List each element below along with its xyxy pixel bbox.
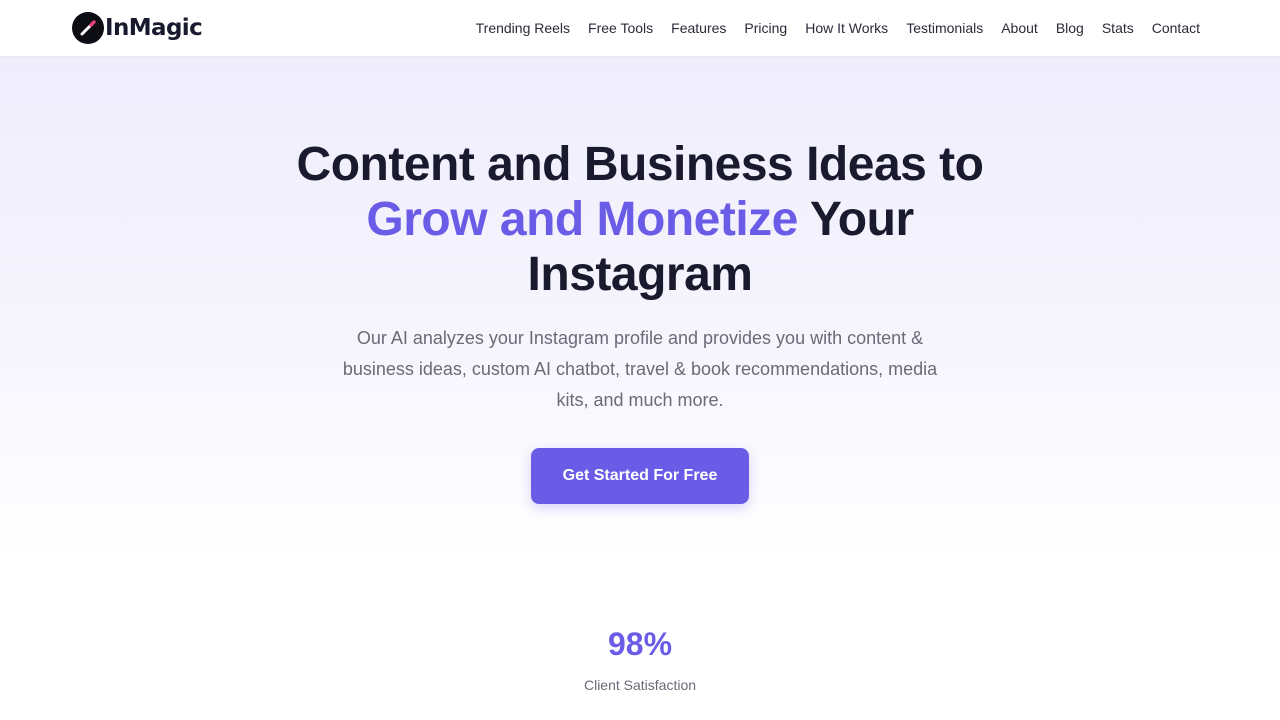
stat-value-client-satisfaction: 98% [607,626,673,662]
nav-link-about[interactable]: About [1001,20,1038,36]
nav-link-trending-reels[interactable]: Trending Reels [476,20,570,36]
hero-title-accent: Grow and Monetize [366,193,798,246]
nav-link-how-it-works[interactable]: How It Works [805,20,888,36]
nav-link-features[interactable]: Features [671,20,726,36]
magic-wand-icon [72,12,104,44]
nav-link-blog[interactable]: Blog [1056,20,1084,36]
brand-logo-link[interactable]: InMagic [72,12,203,44]
nav-link-testimonials[interactable]: Testimonials [906,20,983,36]
hero-title-line2-rest: Your [797,193,914,246]
nav-link-free-tools[interactable]: Free Tools [588,20,653,36]
nav-link-contact[interactable]: Contact [1152,20,1200,36]
nav-link-stats[interactable]: Stats [1102,20,1134,36]
hero-title: Content and Business Ideas to Grow and M… [0,137,1280,302]
hero-title-line1: Content and Business Ideas to [296,138,984,191]
top-navbar: InMagic Trending Reels Free Tools Featur… [0,0,1280,57]
hero-subtitle: Our AI analyzes your Instagram profile a… [342,328,938,410]
get-started-button[interactable]: Get Started For Free [531,448,749,504]
hero-section: Content and Business Ideas to Grow and M… [0,57,1280,562]
hero-title-line3: Instagram [527,248,753,301]
brand-name: InMagic [105,15,203,41]
stat-label-client-satisfaction: Client Satisfaction [583,677,697,693]
nav-link-pricing[interactable]: Pricing [744,20,787,36]
main-nav: Trending Reels Free Tools Features Prici… [476,20,1200,36]
